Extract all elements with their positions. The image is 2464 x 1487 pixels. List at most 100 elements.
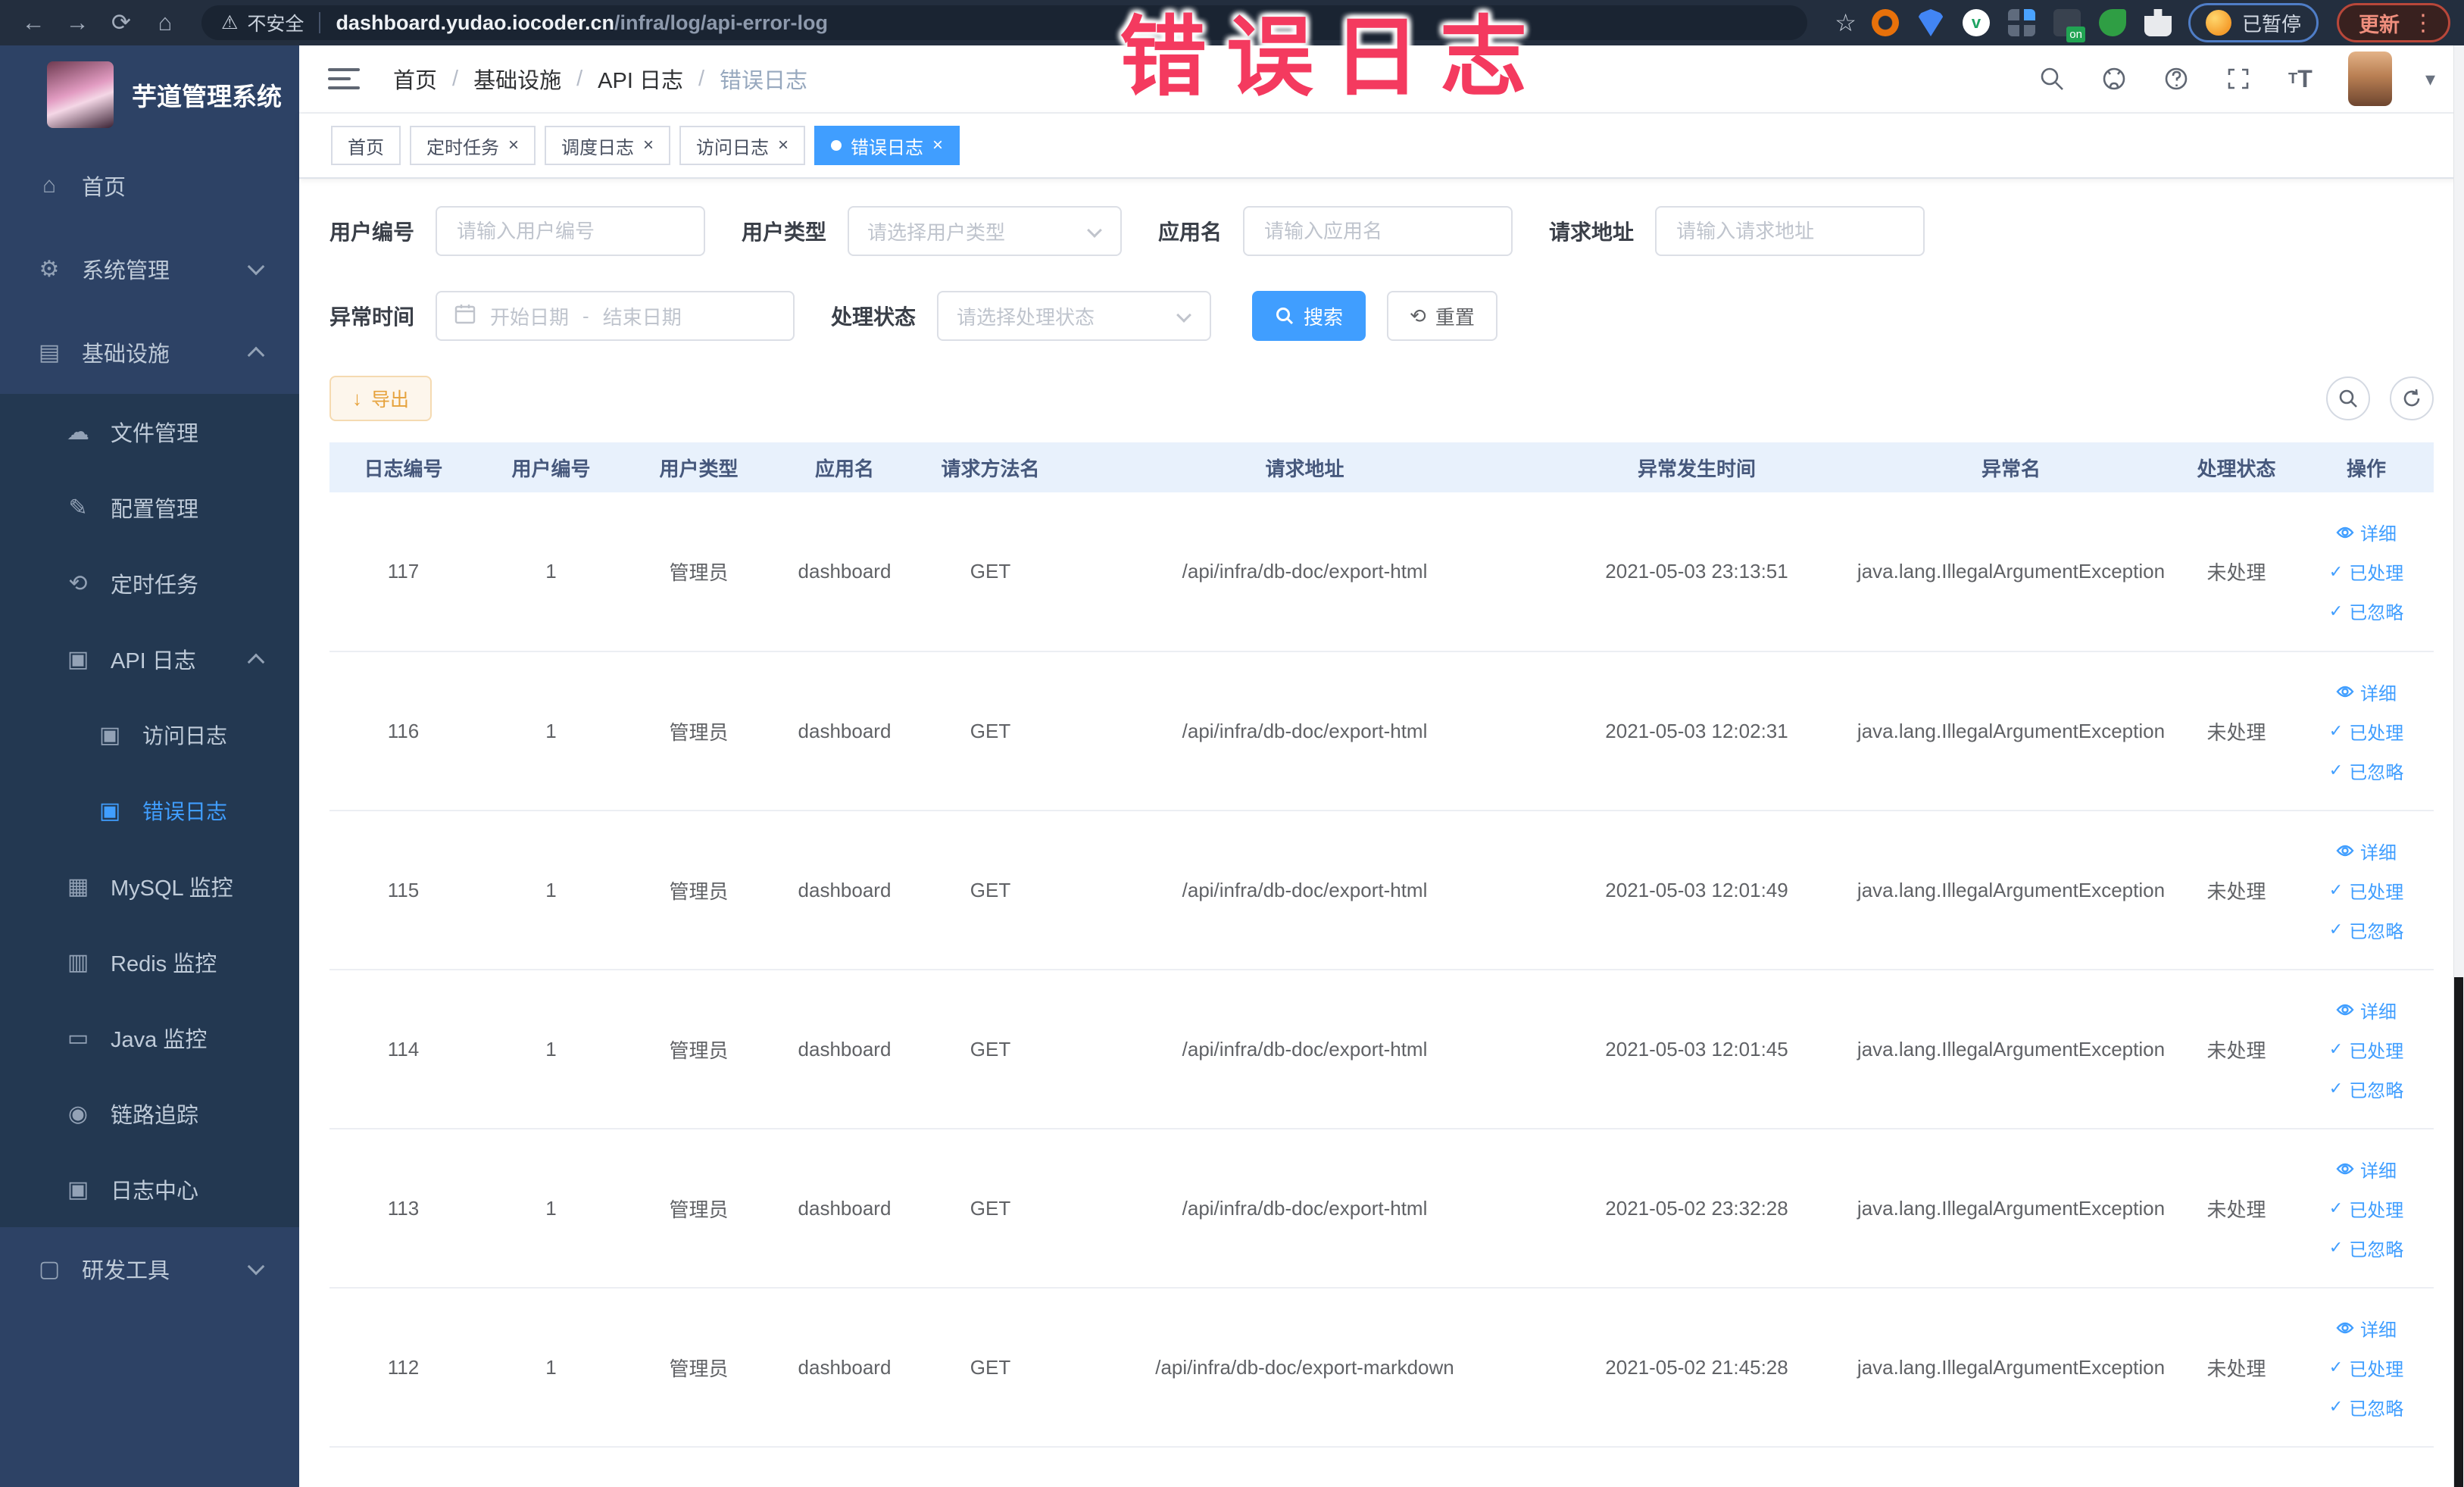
avatar[interactable] — [2347, 52, 2392, 106]
column-header[interactable]: 请求方法名 — [917, 442, 1064, 492]
detail-link[interactable]: 详细 — [2306, 831, 2426, 870]
view-tag[interactable]: 访问日志 × — [679, 126, 806, 165]
update-button[interactable]: 更新 ⋮ — [2337, 3, 2450, 42]
breadcrumb-item[interactable]: 基础设施 — [473, 63, 561, 95]
help-icon[interactable] — [2162, 64, 2191, 93]
processed-link[interactable]: ✓ 已处理 — [2306, 552, 2426, 592]
back-icon[interactable]: ← — [14, 9, 53, 36]
breadcrumb-item[interactable]: API 日志 — [598, 63, 683, 95]
detail-link[interactable]: 详细 — [2306, 1149, 2426, 1189]
infrastructure-icon: ▤ — [38, 339, 61, 365]
view-tag[interactable]: 首页 — [331, 126, 401, 165]
export-button[interactable]: ↓ 导出 — [329, 376, 433, 421]
green-extension-icon[interactable]: v — [1962, 9, 1990, 36]
column-header[interactable]: 异常发生时间 — [1545, 442, 1848, 492]
page-scrollbar-thumb[interactable] — [2454, 977, 2463, 1487]
bookmark-star-icon[interactable]: ☆ — [1835, 8, 1857, 37]
detail-link[interactable]: 详细 — [2306, 513, 2426, 552]
home-icon[interactable]: ⌂ — [145, 9, 185, 36]
column-header[interactable]: 用户编号 — [477, 442, 625, 492]
ignored-link[interactable]: ✓ 已忽略 — [2306, 1387, 2426, 1426]
check-icon: ✓ — [2328, 1039, 2344, 1058]
sidebar-item[interactable]: ◉ 链路追踪 — [0, 1076, 299, 1151]
column-header[interactable]: 日志编号 — [329, 442, 477, 492]
sidebar-toggle-icon[interactable] — [328, 62, 361, 95]
detail-link[interactable]: 详细 — [2306, 990, 2426, 1029]
user-type-select[interactable]: 请选择用户类型 — [848, 206, 1123, 256]
browser-menu-kebab-icon[interactable]: ⋮ — [2412, 10, 2434, 36]
ignored-link[interactable]: ✓ 已忽略 — [2306, 1228, 2426, 1267]
fullscreen-icon[interactable] — [2224, 64, 2253, 93]
sidebar-item[interactable]: ▣ 日志中心 — [0, 1151, 299, 1227]
sidebar-item[interactable]: ▣ 访问日志 — [0, 697, 299, 773]
paused-label: 已暂停 — [2241, 12, 2301, 36]
exception-name-cell: java.lang.IllegalArgumentException — [1848, 492, 2174, 652]
view-tag[interactable]: 定时任务 × — [410, 126, 536, 165]
reset-button[interactable]: ⟲ 重置 — [1387, 291, 1497, 341]
sidebar-item[interactable]: ▤ 基础设施 — [0, 311, 299, 394]
column-header[interactable]: 应用名 — [773, 442, 917, 492]
request-url-input[interactable] — [1655, 206, 1925, 256]
extensions-puzzle-icon[interactable] — [2144, 9, 2172, 36]
processed-link[interactable]: ✓ 已处理 — [2306, 1029, 2426, 1069]
process-status-select[interactable]: 请选择处理状态 — [937, 291, 1212, 341]
app-name-input[interactable] — [1243, 206, 1513, 256]
column-header[interactable]: 请求地址 — [1064, 442, 1545, 492]
user-id-input[interactable] — [436, 206, 706, 256]
sidebar-item[interactable]: ⌂ 首页 — [0, 144, 299, 227]
close-icon[interactable]: × — [932, 136, 943, 155]
sidebar-logo-row[interactable]: 芋道管理系统 — [0, 45, 299, 144]
toggle-search-button[interactable] — [2326, 376, 2370, 420]
github-icon[interactable] — [2100, 64, 2128, 93]
sidebar-item[interactable]: ▭ Java 监控 — [0, 1000, 299, 1076]
processed-link[interactable]: ✓ 已处理 — [2306, 870, 2426, 910]
column-header[interactable]: 处理状态 — [2174, 442, 2299, 492]
ignored-link[interactable]: ✓ 已忽略 — [2306, 592, 2426, 631]
grid-extension-icon[interactable] — [2007, 9, 2035, 36]
sidebar-item[interactable]: ▣ 错误日志 — [0, 773, 299, 848]
detail-link[interactable]: 详细 — [2306, 672, 2426, 711]
forward-icon[interactable]: → — [58, 9, 97, 36]
sidebar-item[interactable]: ▣ API 日志 — [0, 621, 299, 697]
profile-paused-pill[interactable]: 已暂停 — [2188, 3, 2319, 42]
ignored-link[interactable]: ✓ 已忽略 — [2306, 751, 2426, 790]
breadcrumb-item[interactable]: 首页 — [393, 63, 437, 95]
sidebar-item[interactable]: ▦ MySQL 监控 — [0, 848, 299, 924]
close-icon[interactable]: × — [778, 136, 789, 155]
view-tag[interactable]: 错误日志 × — [814, 126, 960, 165]
page-scrollbar-track[interactable] — [2453, 45, 2464, 1487]
search-button[interactable]: 搜索 — [1252, 291, 1366, 341]
view-tag[interactable]: 调度日志 × — [545, 126, 671, 165]
sidebar-item[interactable]: ✎ 配置管理 — [0, 470, 299, 545]
reload-icon[interactable]: ⟳ — [101, 9, 141, 36]
ignored-link[interactable]: ✓ 已忽略 — [2306, 910, 2426, 949]
sidebar-item[interactable]: ☁ 文件管理 — [0, 394, 299, 470]
close-icon[interactable]: × — [643, 136, 654, 155]
switch-extension-icon[interactable]: on — [2053, 9, 2085, 42]
breadcrumb-item[interactable]: 错误日志 — [720, 63, 807, 95]
column-header[interactable]: 操作 — [2299, 442, 2434, 492]
detail-link[interactable]: 详细 — [2306, 1308, 2426, 1348]
avatar-caret-icon[interactable]: ▾ — [2425, 67, 2435, 91]
processed-link[interactable]: ✓ 已处理 — [2306, 1348, 2426, 1387]
search-icon[interactable] — [2038, 64, 2066, 93]
sidebar-item[interactable]: ⟲ 定时任务 — [0, 545, 299, 621]
leaf-extension-icon[interactable] — [2098, 9, 2126, 36]
address-bar[interactable]: ⚠ 不安全 dashboard.yudao.iocoder.cn /infra/… — [201, 5, 1808, 40]
processed-link[interactable]: ✓ 已处理 — [2306, 1189, 2426, 1228]
exception-time-cell: 2021-05-03 12:01:49 — [1545, 811, 1848, 970]
close-icon[interactable]: × — [508, 136, 519, 155]
date-range-picker[interactable]: 开始日期 - 结束日期 — [436, 291, 795, 341]
shield-extension-icon[interactable] — [1916, 9, 1944, 36]
font-size-icon[interactable]: TT — [2286, 64, 2315, 93]
sidebar-item[interactable]: ▢ 研发工具 — [0, 1227, 299, 1310]
refresh-button[interactable] — [2390, 376, 2434, 420]
sidebar-item[interactable]: ⚙ 系统管理 — [0, 227, 299, 311]
ignored-link[interactable]: ✓ 已忽略 — [2306, 1069, 2426, 1108]
column-header[interactable]: 异常名 — [1848, 442, 2174, 492]
sidebar-item[interactable]: ▥ Redis 监控 — [0, 924, 299, 1000]
column-header[interactable]: 用户类型 — [625, 442, 773, 492]
adblock-extension-icon[interactable] — [1871, 9, 1899, 36]
security-label[interactable]: 不安全 — [247, 9, 304, 36]
processed-link[interactable]: ✓ 已处理 — [2306, 711, 2426, 751]
